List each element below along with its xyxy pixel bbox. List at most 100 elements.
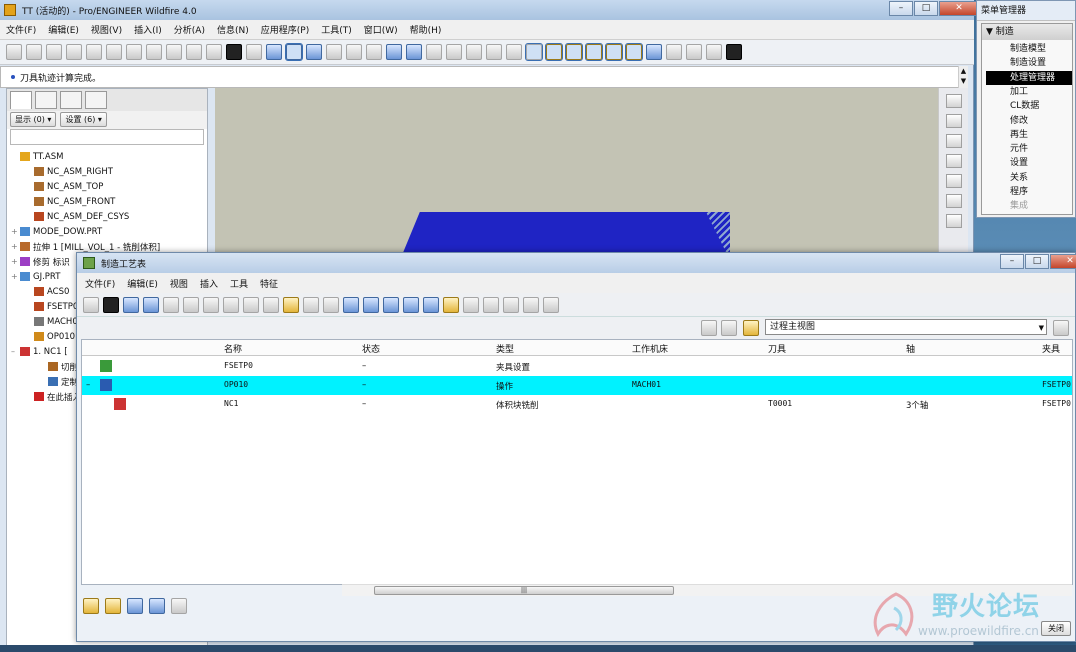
- template-icon[interactable]: [423, 296, 439, 313]
- hidden-line-icon[interactable]: [486, 44, 502, 60]
- copy-icon[interactable]: [166, 44, 182, 60]
- datum-planes-icon[interactable]: [545, 43, 563, 61]
- menu-analysis[interactable]: 分析(A): [174, 23, 205, 36]
- print-icon[interactable]: [83, 296, 99, 313]
- message-scrollbar[interactable]: ▲ ▼: [958, 66, 968, 88]
- menu-manager-item[interactable]: 设置: [1010, 156, 1028, 170]
- annotations-icon[interactable]: [625, 43, 643, 61]
- orient-mode-icon[interactable]: [306, 44, 322, 60]
- resume-icon[interactable]: [263, 296, 279, 313]
- context-help-icon[interactable]: [726, 44, 742, 60]
- grid-icon[interactable]: [543, 296, 559, 313]
- folder-browser-tab-icon[interactable]: [35, 91, 57, 109]
- find-icon[interactable]: [226, 44, 242, 60]
- view-manager-icon[interactable]: [446, 44, 462, 60]
- save-icon[interactable]: [46, 44, 62, 60]
- menu-file[interactable]: 文件(F): [6, 23, 36, 36]
- menu-edit[interactable]: 编辑(E): [48, 23, 79, 36]
- setup-icon[interactable]: [443, 296, 459, 313]
- settings-dropdown[interactable]: 设置 (6) ▾: [60, 112, 107, 127]
- suppress-icon[interactable]: [243, 296, 259, 313]
- col-fixture[interactable]: 夹具: [1042, 342, 1060, 355]
- mill-volume-icon[interactable]: [945, 214, 962, 228]
- binoculars-icon[interactable]: [103, 296, 119, 313]
- table-row[interactable]: NC1 – 体积块铣削 T0001 3个轴 FSETP0: [82, 395, 1072, 414]
- no-hidden-icon[interactable]: [506, 44, 522, 60]
- undo-icon[interactable]: [106, 44, 122, 60]
- tree-item[interactable]: NC_ASM_RIGHT: [7, 164, 207, 179]
- row-expander-icon[interactable]: –: [86, 380, 90, 390]
- extrude-tool-icon[interactable]: [945, 154, 962, 168]
- fixture-icon[interactable]: [363, 296, 379, 313]
- tree-item[interactable]: TT.ASM: [7, 149, 207, 164]
- menu-tools[interactable]: 工具(T): [321, 23, 352, 36]
- dialog-menu-insert[interactable]: 插入: [200, 277, 218, 290]
- revolve-tool-icon[interactable]: [945, 174, 962, 188]
- dialog-menu-file[interactable]: 文件(F): [85, 277, 115, 290]
- main-title-bar[interactable]: TT (活动的) - Pro/ENGINEER Wildfire 4.0 – □…: [0, 0, 979, 20]
- col-name[interactable]: 名称: [224, 342, 242, 355]
- paste-icon[interactable]: [186, 44, 202, 60]
- report-icon[interactable]: [483, 296, 499, 313]
- edit-pencil-icon[interactable]: [83, 598, 99, 614]
- view-select[interactable]: 过程主视图 ▼: [765, 319, 1047, 335]
- dialog-menu-tools[interactable]: 工具: [230, 277, 248, 290]
- tree-item[interactable]: NC_ASM_FRONT: [7, 194, 207, 209]
- menu-applications[interactable]: 应用程序(P): [261, 23, 309, 36]
- minimize-button[interactable]: –: [889, 1, 913, 16]
- zoom-out-icon[interactable]: [346, 44, 362, 60]
- machine-icon[interactable]: [283, 296, 299, 313]
- menu-manager-item[interactable]: 加工: [1010, 85, 1028, 99]
- email-icon[interactable]: [86, 44, 102, 60]
- tree-expander-icon[interactable]: +: [11, 227, 20, 236]
- play-path-icon[interactable]: [666, 44, 682, 60]
- col-machine[interactable]: 工作机床: [632, 342, 668, 355]
- properties-icon[interactable]: [143, 296, 159, 313]
- col-type[interactable]: 类型: [496, 342, 514, 355]
- tree-expander-icon[interactable]: –: [11, 347, 20, 356]
- cut-icon[interactable]: [146, 44, 162, 60]
- favorites-tab-icon[interactable]: [60, 91, 82, 109]
- tree-search-field[interactable]: [10, 129, 204, 145]
- table-row[interactable]: – OP010 – 操作 MACH01 FSETP0: [82, 376, 1072, 395]
- dialog-close-button[interactable]: ✕: [1050, 254, 1076, 269]
- connections-tab-icon[interactable]: [85, 91, 107, 109]
- menu-manager-item[interactable]: 元件: [1010, 142, 1028, 156]
- tree-expander-icon[interactable]: +: [11, 257, 20, 266]
- notes-icon[interactable]: [105, 598, 121, 614]
- filter-icon[interactable]: [743, 320, 759, 336]
- dialog-menu-view[interactable]: 视图: [170, 277, 188, 290]
- table-row[interactable]: FSETP0 – 夹具设置: [82, 357, 1072, 376]
- print-icon[interactable]: [66, 44, 82, 60]
- regenerate-icon[interactable]: [266, 44, 282, 60]
- new-icon[interactable]: [6, 44, 22, 60]
- mill-window-icon[interactable]: [945, 194, 962, 208]
- selection-filter-icon[interactable]: [246, 44, 262, 60]
- plane-tool-icon[interactable]: [945, 134, 962, 148]
- drill-icon[interactable]: [383, 296, 399, 313]
- maximize-button[interactable]: □: [914, 1, 938, 16]
- dialog-menu-edit[interactable]: 编辑(E): [127, 277, 158, 290]
- play-path-icon[interactable]: [127, 598, 143, 614]
- tree-item[interactable]: + MODE_DOW.PRT: [7, 224, 207, 239]
- menu-manager-item[interactable]: CL数据: [1010, 99, 1039, 113]
- mill-icon[interactable]: [403, 296, 419, 313]
- spin-center-icon[interactable]: [285, 43, 303, 61]
- menu-info[interactable]: 信息(N): [217, 23, 249, 36]
- menu-view[interactable]: 视图(V): [91, 23, 122, 36]
- menu-manager-item[interactable]: 关系: [1010, 171, 1028, 185]
- col-status[interactable]: 状态: [362, 342, 380, 355]
- saved-views-icon[interactable]: [406, 44, 422, 60]
- layers-icon[interactable]: [426, 44, 442, 60]
- menu-manager-header[interactable]: ▼ 制造: [982, 24, 1072, 40]
- scrollbar-thumb[interactable]: |||: [374, 586, 674, 595]
- sketch-tool-icon[interactable]: [945, 94, 962, 108]
- menu-manager-item[interactable]: 处理管理器: [986, 70, 1072, 85]
- col-tool[interactable]: 刀具: [768, 342, 786, 355]
- dialog-minimize-button[interactable]: –: [1000, 254, 1024, 269]
- braces-icon[interactable]: [503, 296, 519, 313]
- dialog-maximize-button[interactable]: □: [1025, 254, 1049, 269]
- nc-check-icon[interactable]: [149, 598, 165, 614]
- operation-icon[interactable]: [303, 296, 319, 313]
- paste-icon[interactable]: [203, 296, 219, 313]
